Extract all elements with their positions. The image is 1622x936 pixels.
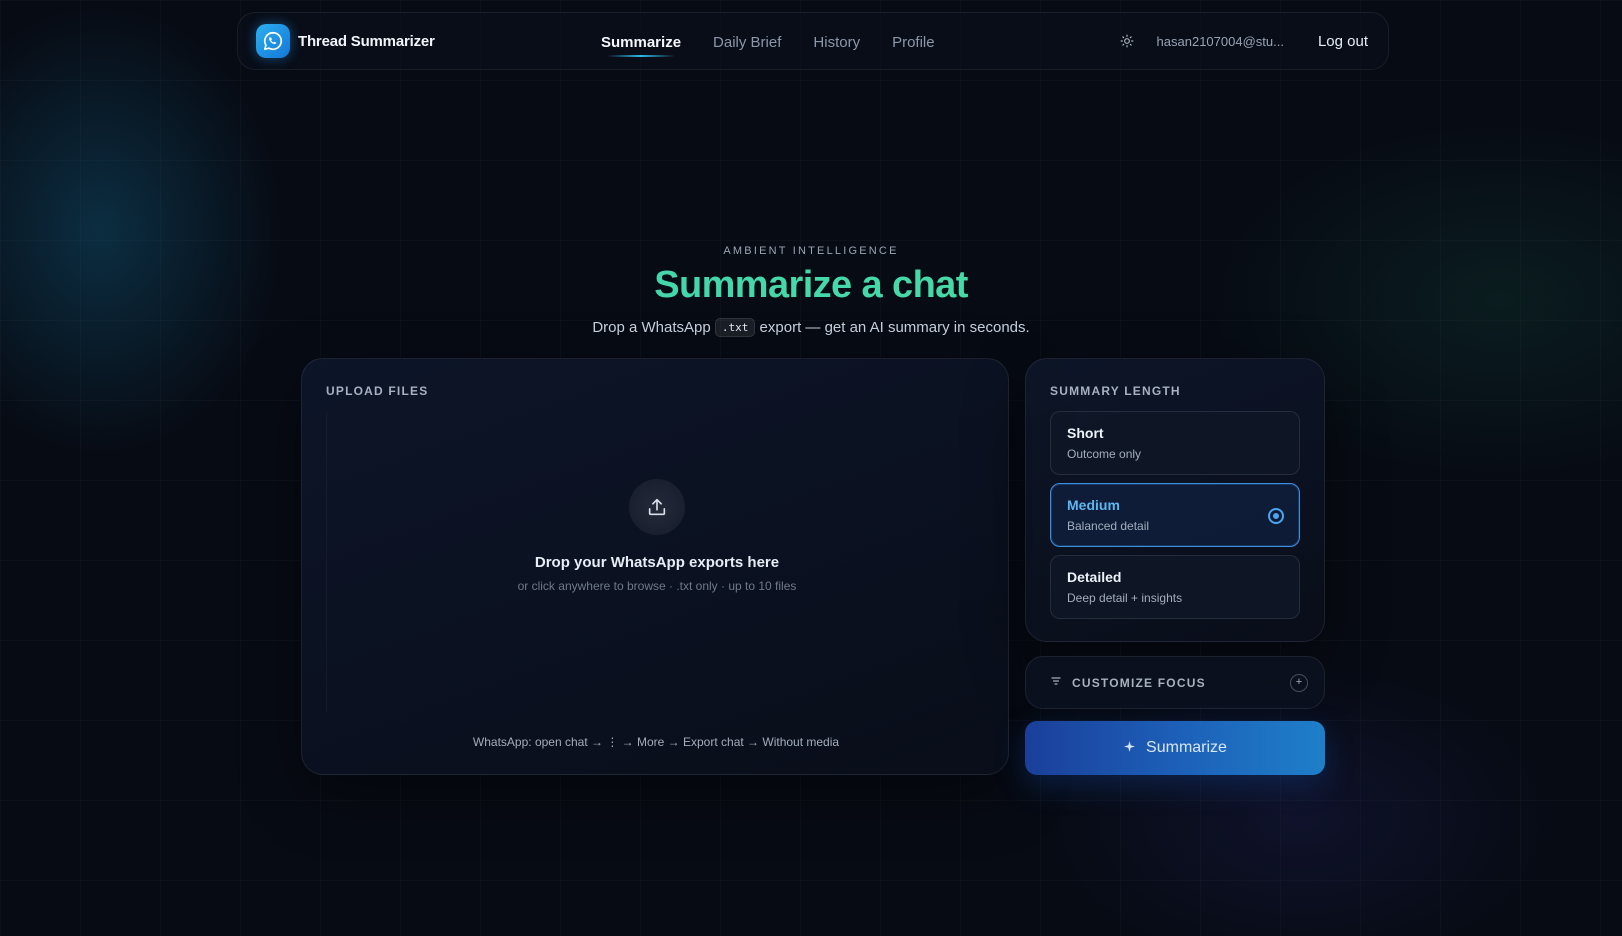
dropzone-title: Drop your WhatsApp exports here [534, 554, 780, 571]
hero-subtitle: Drop a WhatsApp .txt export — get an AI … [0, 318, 1622, 337]
top-navbar: Thread Summarizer Summarize Daily Brief … [237, 12, 1389, 70]
whatsapp-icon [256, 24, 290, 58]
option-title: Detailed [1067, 569, 1122, 585]
nav-daily-brief[interactable]: Daily Brief [713, 34, 781, 51]
customize-focus-label: CUSTOMIZE FOCUS [1072, 675, 1206, 690]
summary-length-label: SUMMARY LENGTH [1050, 384, 1181, 398]
dropzone-subtitle: or click anywhere to browse · .txt only … [517, 579, 797, 593]
option-title: Short [1067, 425, 1104, 441]
sun-icon[interactable] [1117, 31, 1137, 51]
option-title: Medium [1067, 497, 1120, 513]
customize-focus-toggle[interactable]: CUSTOMIZE FOCUS + [1025, 656, 1325, 709]
upload-card: UPLOAD FILES Drop your WhatsApp exports … [301, 358, 1009, 775]
option-description: Outcome only [1067, 447, 1142, 461]
subtitle-text-after: export — get an AI summary in seconds. [759, 319, 1030, 336]
upload-icon [629, 479, 685, 535]
summarize-button-label: Summarize [1146, 739, 1227, 756]
sparkle-icon [1123, 740, 1136, 756]
option-medium[interactable]: Medium Balanced detail [1050, 483, 1300, 547]
upload-section-label: UPLOAD FILES [326, 384, 429, 398]
logout-button[interactable]: Log out [1318, 33, 1368, 50]
plus-icon[interactable]: + [1290, 673, 1308, 692]
option-description: Deep detail + insights [1067, 591, 1183, 605]
summarize-button[interactable]: Summarize [1025, 721, 1325, 775]
hero-eyebrow: AMBIENT INTELLIGENCE [723, 245, 899, 257]
file-dropzone[interactable]: Drop your WhatsApp exports here or click… [326, 413, 986, 713]
radio-selected-icon [1268, 508, 1284, 524]
user-email: hasan2107004@stu... [1156, 33, 1284, 49]
export-hint: WhatsApp: open chat → ⋮ → More → Export … [472, 735, 840, 749]
nav-history[interactable]: History [813, 34, 860, 51]
sliders-icon [1050, 674, 1062, 692]
option-detailed[interactable]: Detailed Deep detail + insights [1050, 555, 1300, 619]
summary-length-card: SUMMARY LENGTH Short Outcome only Medium… [1025, 358, 1325, 642]
page-title: Summarize a chat [0, 264, 1622, 307]
option-description: Balanced detail [1067, 519, 1150, 533]
brand[interactable]: Thread Summarizer [256, 24, 435, 58]
nav-right: hasan2107004@stu... Log out [1117, 31, 1368, 51]
main-nav: Summarize Daily Brief History Profile [601, 13, 935, 71]
app-name: Thread Summarizer [298, 32, 435, 50]
option-short[interactable]: Short Outcome only [1050, 411, 1300, 475]
nav-summarize[interactable]: Summarize [601, 34, 681, 57]
file-extension-chip: .txt [714, 318, 756, 337]
nav-profile[interactable]: Profile [892, 34, 935, 51]
subtitle-text-before: Drop a WhatsApp [592, 319, 711, 336]
